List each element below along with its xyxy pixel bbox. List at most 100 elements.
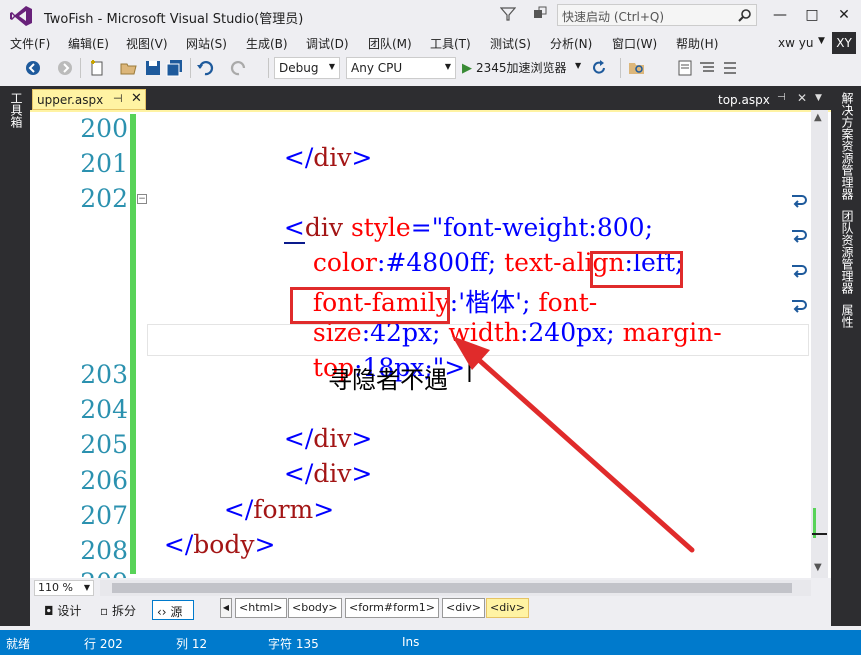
document-icon[interactable] xyxy=(676,59,694,77)
line-number: 202 xyxy=(80,184,128,213)
refresh-icon[interactable] xyxy=(590,59,608,77)
design-view-button[interactable]: ◘ 设计 xyxy=(40,600,85,620)
play-icon: ▶ xyxy=(462,61,472,76)
status-ready: 就绪 xyxy=(6,637,31,651)
configuration-select[interactable]: Debug ▼ xyxy=(274,57,340,79)
redo-icon[interactable] xyxy=(230,59,248,77)
save-icon[interactable] xyxy=(144,59,162,77)
open-file-icon[interactable] xyxy=(120,59,138,77)
forward-icon[interactable] xyxy=(56,59,74,77)
menu-analyze[interactable]: 分析(N) xyxy=(550,35,592,52)
back-icon[interactable] xyxy=(24,59,42,77)
horizontal-scroll-thumb[interactable] xyxy=(112,583,792,593)
line-number: 205 xyxy=(80,430,128,459)
pin-icon[interactable]: ⊣ xyxy=(113,92,123,105)
menu-test[interactable]: 测试(S) xyxy=(490,35,531,52)
platform-select[interactable]: Any CPU ▼ xyxy=(346,57,456,79)
scroll-up-icon[interactable]: ▲ xyxy=(814,112,822,123)
scroll-down-icon[interactable]: ▼ xyxy=(814,562,822,573)
zoom-value: 110 % xyxy=(38,581,73,594)
menu-tools[interactable]: 工具(T) xyxy=(430,35,471,52)
menu-debug[interactable]: 调试(D) xyxy=(306,35,349,52)
save-all-icon[interactable] xyxy=(166,59,184,77)
toolbox-rail: 工具箱 xyxy=(0,86,30,626)
line-number: 204 xyxy=(80,395,128,424)
breadcrumb-prev-icon[interactable]: ◀ xyxy=(220,598,232,618)
find-in-files-icon[interactable] xyxy=(628,59,646,77)
menu-window[interactable]: 窗口(W) xyxy=(612,35,657,52)
format-icon[interactable] xyxy=(698,59,716,77)
notification-filter-icon[interactable] xyxy=(500,6,516,22)
source-view-button[interactable]: ‹› 源 xyxy=(152,600,194,620)
menu-website[interactable]: 网站(S) xyxy=(186,35,227,52)
split-icon: ▫ xyxy=(100,604,112,618)
highlight-box-font xyxy=(590,251,683,288)
window-title: TwoFish - Microsoft Visual Studio(管理员) xyxy=(44,12,304,27)
code-line-209: </html> xyxy=(148,568,272,578)
menu-view[interactable]: 视图(V) xyxy=(126,35,168,52)
search-icon xyxy=(738,9,751,22)
toolbox-tab[interactable]: 工具箱 xyxy=(8,92,25,128)
breadcrumb-item-selected[interactable]: <div> xyxy=(486,598,529,618)
breadcrumb-item[interactable]: <form#form1> xyxy=(345,598,439,618)
line-number: 207 xyxy=(80,501,128,530)
source-view-label: 源 xyxy=(170,605,183,619)
chevron-down-icon: ▼ xyxy=(328,62,335,71)
chevron-down-icon[interactable]: ▼ xyxy=(575,61,581,70)
breadcrumb-item[interactable]: <html> xyxy=(235,598,287,618)
tab-label: upper.aspx xyxy=(37,93,104,107)
collapse-icon[interactable]: − xyxy=(137,194,147,204)
source-icon: ‹› xyxy=(157,605,171,619)
minimize-button[interactable]: — xyxy=(768,4,792,26)
tab-top-aspx[interactable]: top.aspx xyxy=(718,93,770,107)
word-wrap-icon xyxy=(792,230,807,243)
avatar[interactable]: XY xyxy=(832,32,856,54)
tab-upper-aspx[interactable]: upper.aspx ⊣ ✕ xyxy=(32,89,146,110)
feedback-icon[interactable] xyxy=(532,6,548,22)
line-number: 209 xyxy=(78,568,128,578)
line-number: 201 xyxy=(80,149,128,178)
design-view-label: 设计 xyxy=(57,604,82,618)
pin-icon[interactable]: ⊣ xyxy=(777,92,786,103)
toolbar-separator xyxy=(80,58,81,78)
design-icon: ◘ xyxy=(44,604,58,618)
chevron-down-icon: ▼ xyxy=(83,583,90,592)
menu-help[interactable]: 帮助(H) xyxy=(676,35,718,52)
code-line-200: </div> xyxy=(283,143,373,172)
quick-launch-placeholder: 快速启动 (Ctrl+Q) xyxy=(562,10,665,24)
menu-edit[interactable]: 编辑(E) xyxy=(68,35,109,52)
zoom-select[interactable]: 110 % ▼ xyxy=(34,580,94,596)
chevron-down-icon[interactable]: ▼ xyxy=(818,36,825,46)
right-tool-rail: 解决方案资源管理器 团队资源管理器 属性 xyxy=(831,86,861,626)
chevron-down-icon[interactable]: ▼ xyxy=(815,93,822,103)
word-wrap-icon xyxy=(792,300,807,313)
breadcrumb-item[interactable]: <body> xyxy=(288,598,342,618)
undo-icon[interactable] xyxy=(196,59,214,77)
split-view-label: 拆分 xyxy=(111,604,136,618)
maximize-button[interactable]: □ xyxy=(800,4,824,26)
solution-explorer-tab[interactable]: 解决方案资源管理器 xyxy=(839,92,856,200)
quick-launch-input[interactable]: 快速启动 (Ctrl+Q) xyxy=(557,4,757,26)
scroll-position-marker xyxy=(812,533,827,535)
user-name[interactable]: xw yu xyxy=(778,36,813,50)
team-explorer-tab[interactable]: 团队资源管理器 xyxy=(839,210,856,294)
chevron-down-icon: ▼ xyxy=(444,62,451,71)
platform-value: Any CPU xyxy=(351,61,403,75)
change-tracking-bar xyxy=(130,114,136,574)
close-icon[interactable]: ✕ xyxy=(797,91,807,105)
split-view-button[interactable]: ▫ 拆分 xyxy=(96,600,140,620)
menu-team[interactable]: 团队(M) xyxy=(368,35,412,52)
properties-tab[interactable]: 属性 xyxy=(839,304,856,328)
title-bar: TwoFish - Microsoft Visual Studio(管理员) 快… xyxy=(0,0,861,32)
comment-icon[interactable] xyxy=(722,59,740,77)
line-number: 208 xyxy=(80,536,128,565)
visual-studio-logo-icon xyxy=(10,6,32,26)
menu-build[interactable]: 生成(B) xyxy=(246,35,288,52)
menu-file[interactable]: 文件(F) xyxy=(10,35,50,52)
close-icon[interactable]: ✕ xyxy=(131,91,142,106)
new-project-icon[interactable] xyxy=(88,59,106,77)
run-browser-button[interactable]: ▶ 2345加速浏览器 xyxy=(462,59,567,76)
close-button[interactable]: ✕ xyxy=(832,4,856,26)
breadcrumb-item[interactable]: <div> xyxy=(442,598,485,618)
code-line-203: 寻隐者不遇 xyxy=(328,366,448,394)
